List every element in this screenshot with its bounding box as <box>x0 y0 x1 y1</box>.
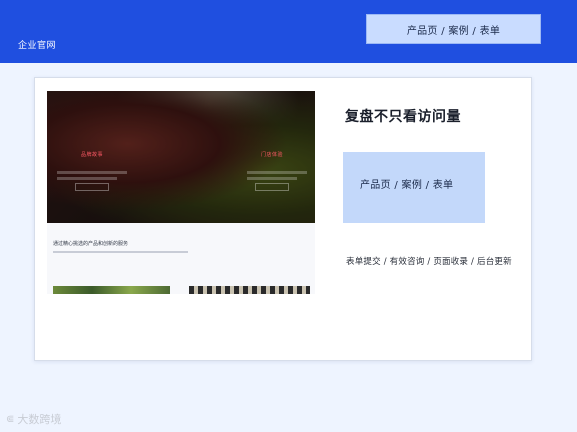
preview-thumbnail-1 <box>53 286 170 294</box>
website-preview-image: 品牌故事 门店体验 通过精心挑选的产品和创新的服务 <box>47 91 315 294</box>
logo-mark-icon: ⋐ <box>6 413 15 425</box>
brand-label[interactable]: 企业官网 <box>18 38 56 51</box>
preview-thumbnail-2 <box>189 286 310 294</box>
preview-lower-section: 通过精心挑选的产品和创新的服务 <box>47 223 315 294</box>
watermark: ⋐ 大数跨境 <box>6 411 61 427</box>
hero-left-button <box>75 183 109 191</box>
hero-desc-line <box>247 177 297 180</box>
section-headline: 复盘不只看访问量 <box>345 109 461 125</box>
top-pill-button[interactable]: 产品页 / 案例 / 表单 <box>366 14 541 44</box>
hero-desc-line <box>57 177 117 180</box>
hero-desc-line <box>247 171 307 174</box>
feature-box-label: 产品页 / 案例 / 表单 <box>360 180 454 191</box>
hero-tag-left: 品牌故事 <box>81 152 104 158</box>
metrics-list: 表单提交 / 有效咨询 / 页面收录 / 后台更新 <box>346 257 512 267</box>
hero-right-button <box>255 183 289 191</box>
preview-section-desc <box>53 251 188 253</box>
watermark-text: 大数跨境 <box>17 413 62 426</box>
hero-tag-right: 门店体验 <box>261 152 284 158</box>
top-navigation-bar: 企业官网 产品页 / 案例 / 表单 <box>0 0 577 63</box>
hero-desc-line <box>57 171 127 174</box>
preview-section-title: 通过精心挑选的产品和创新的服务 <box>53 241 129 247</box>
